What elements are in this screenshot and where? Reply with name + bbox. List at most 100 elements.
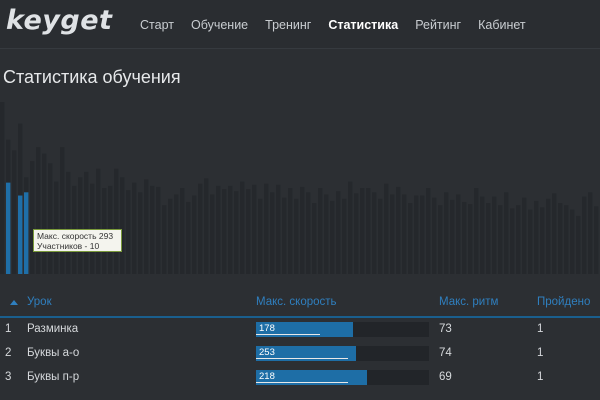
chart-bar[interactable]: [180, 188, 185, 274]
header-lesson[interactable]: Урок: [27, 296, 52, 308]
row-lesson-name[interactable]: Буквы а-о: [27, 347, 79, 359]
chart-bar[interactable]: [42, 153, 47, 274]
nav-cabinet[interactable]: Кабинет: [478, 18, 526, 32]
chart-bar[interactable]: [432, 197, 437, 274]
chart-bar[interactable]: [390, 194, 395, 274]
chart-bar[interactable]: [228, 185, 233, 274]
chart-bar[interactable]: [378, 198, 383, 274]
chart-bar[interactable]: [120, 177, 125, 274]
chart-bar[interactable]: [456, 194, 461, 274]
chart-bar[interactable]: [516, 205, 521, 274]
chart-bar[interactable]: [276, 184, 281, 274]
chart-bar[interactable]: [282, 197, 287, 274]
chart-bar[interactable]: [114, 168, 119, 274]
nav-statistics[interactable]: Статистика: [328, 18, 398, 32]
header-max-rhythm[interactable]: Макс. ритм: [439, 296, 498, 308]
chart-bar[interactable]: [444, 192, 449, 274]
chart-bar[interactable]: [198, 183, 203, 274]
chart-bar[interactable]: [216, 185, 221, 274]
chart-bar[interactable]: [330, 200, 335, 274]
chart-bar[interactable]: [126, 190, 131, 274]
chart-bar[interactable]: [576, 215, 581, 274]
chart-bar[interactable]: [426, 188, 431, 274]
nav-learning[interactable]: Обучение: [191, 18, 248, 32]
chart-bar[interactable]: [66, 171, 71, 274]
chart-bar-highlighted[interactable]: [18, 195, 23, 274]
chart-bar[interactable]: [36, 147, 41, 274]
header-passed[interactable]: Пройдено: [537, 296, 590, 308]
chart-bar[interactable]: [48, 163, 53, 274]
table-row[interactable]: 1 Разминка 178 73 1: [0, 318, 600, 342]
row-lesson-name[interactable]: Буквы п-р: [27, 371, 79, 383]
nav-start[interactable]: Старт: [140, 18, 174, 32]
chart-bar[interactable]: [234, 191, 239, 274]
chart-bar[interactable]: [54, 181, 59, 274]
chart-bar[interactable]: [174, 194, 179, 274]
chart-bar[interactable]: [540, 207, 545, 274]
chart-bar[interactable]: [534, 200, 539, 274]
chart-bar[interactable]: [186, 201, 191, 274]
chart-bar[interactable]: [468, 204, 473, 274]
chart-bar[interactable]: [210, 194, 215, 274]
chart-bar[interactable]: [552, 193, 557, 274]
chart-bar[interactable]: [450, 199, 455, 274]
chart-bar[interactable]: [0, 102, 5, 274]
chart-bar[interactable]: [558, 203, 563, 274]
chart-bar[interactable]: [582, 196, 587, 274]
chart-bar[interactable]: [156, 186, 161, 274]
chart-bar[interactable]: [258, 198, 263, 274]
chart-bar[interactable]: [342, 198, 347, 274]
chart-bar[interactable]: [138, 192, 143, 274]
chart-bar[interactable]: [462, 201, 467, 274]
table-row[interactable]: 2 Буквы а-о 253 74 1: [0, 342, 600, 366]
chart-bar[interactable]: [294, 198, 299, 274]
chart-bar[interactable]: [564, 205, 569, 274]
chart-bar[interactable]: [288, 188, 293, 274]
chart-bar[interactable]: [150, 185, 155, 274]
chart-bar[interactable]: [360, 188, 365, 274]
sort-ascending-icon[interactable]: [10, 300, 18, 305]
chart-bar[interactable]: [78, 177, 83, 274]
chart-bar-highlighted[interactable]: [6, 182, 11, 274]
chart-bar[interactable]: [372, 192, 377, 274]
chart-bar[interactable]: [30, 161, 35, 274]
chart-bar[interactable]: [204, 178, 209, 274]
chart-bar[interactable]: [240, 181, 245, 274]
chart-bar[interactable]: [222, 189, 227, 274]
chart-bar-highlighted[interactable]: [24, 192, 29, 274]
chart-bar[interactable]: [438, 205, 443, 274]
chart-bar[interactable]: [366, 188, 371, 274]
chart-bar[interactable]: [348, 181, 353, 274]
chart-bar[interactable]: [300, 186, 305, 274]
chart-bar[interactable]: [246, 189, 251, 274]
chart-bar[interactable]: [408, 203, 413, 274]
chart-bar[interactable]: [12, 150, 17, 274]
chart-bar[interactable]: [132, 182, 137, 274]
chart-bar[interactable]: [96, 168, 101, 274]
chart-bar[interactable]: [588, 192, 593, 274]
chart-bar[interactable]: [336, 191, 341, 274]
chart-bar[interactable]: [420, 195, 425, 274]
nav-rating[interactable]: Рейтинг: [415, 18, 461, 32]
chart-bar[interactable]: [144, 179, 149, 274]
chart-bar[interactable]: [492, 196, 497, 274]
chart-bar[interactable]: [396, 186, 401, 274]
chart-bar[interactable]: [270, 192, 275, 274]
chart-bar[interactable]: [192, 195, 197, 274]
chart-bar[interactable]: [594, 206, 599, 274]
chart-bar[interactable]: [510, 208, 515, 274]
chart-bar[interactable]: [546, 198, 551, 274]
chart-bar[interactable]: [84, 171, 89, 274]
chart-bar[interactable]: [402, 194, 407, 274]
chart-bar[interactable]: [384, 183, 389, 274]
table-row[interactable]: 3 Буквы п-р 218 69 1: [0, 366, 600, 390]
chart-bar[interactable]: [162, 205, 167, 274]
chart-bar[interactable]: [354, 193, 359, 274]
chart-bar[interactable]: [306, 192, 311, 274]
chart-bar[interactable]: [318, 188, 323, 274]
chart-bar[interactable]: [504, 192, 509, 274]
chart-bar[interactable]: [60, 147, 65, 274]
header-max-speed[interactable]: Макс. скорость: [256, 296, 337, 308]
nav-training[interactable]: Тренинг: [265, 18, 311, 32]
chart-bar[interactable]: [168, 198, 173, 274]
